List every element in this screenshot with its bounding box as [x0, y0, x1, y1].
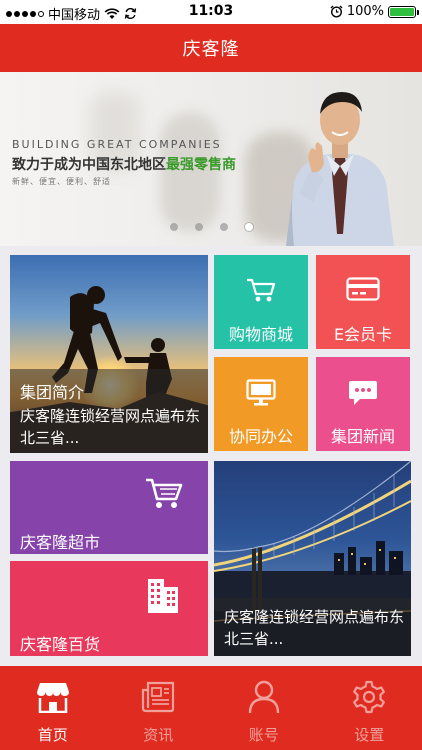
- banner-tagline-en: BUILDING GREAT COMPANIES: [12, 138, 222, 151]
- tab-account[interactable]: 账号: [211, 666, 317, 750]
- tile-caption: 庆客隆连锁经营网点遍布东北三省...: [214, 598, 411, 656]
- page-title: 庆客隆: [182, 39, 240, 60]
- tile-label: 购物商城: [228, 325, 293, 344]
- tile-supermarket[interactable]: 庆客隆超市: [10, 461, 208, 554]
- tab-home[interactable]: 首页: [0, 666, 106, 750]
- cart-icon: [146, 478, 183, 508]
- status-bar: 中国移动 11:03 100%: [0, 0, 422, 24]
- building-icon: [148, 579, 178, 613]
- tile-collaborative-office[interactable]: 协同办公: [214, 357, 308, 451]
- bottom-tab-bar: 首页 资讯 账号 设置: [0, 666, 422, 750]
- carousel-dot[interactable]: [219, 223, 228, 231]
- tab-label: 首页: [37, 726, 68, 744]
- banner-tagline-prefix: 致力于成为中国东北地区: [12, 157, 166, 173]
- tab-label: 资讯: [143, 726, 174, 744]
- banner-tagline-highlight: 最强零售商: [166, 157, 236, 173]
- tile-label: 庆客隆百货: [20, 635, 101, 654]
- battery-percentage: 100%: [346, 4, 384, 19]
- battery-icon: [388, 5, 419, 18]
- chat-icon: [349, 381, 377, 405]
- tile-title: 集团简介: [20, 383, 85, 402]
- banner-carousel[interactable]: BUILDING GREAT COMPANIES 致力于成为中国东北地区最强零售…: [0, 72, 422, 246]
- businessman-image: [286, 92, 394, 246]
- tile-group-intro[interactable]: 集团简介 庆客隆连锁经营网点遍布东北三省...: [10, 255, 208, 453]
- tab-settings[interactable]: 设置: [317, 666, 422, 750]
- tile-label: E会员卡: [333, 325, 393, 344]
- tile-description: 庆客隆连锁经营网点遍布东北三省...: [224, 608, 405, 648]
- monitor-icon: [246, 379, 276, 406]
- tile-description: 庆客隆连锁经营网点遍布东北三省...: [20, 407, 201, 447]
- tile-group-news[interactable]: 集团新闻: [316, 357, 410, 451]
- tab-label: 设置: [354, 726, 385, 744]
- card-icon: [346, 277, 380, 301]
- store-icon: [36, 683, 69, 713]
- carousel-dot[interactable]: [169, 223, 178, 231]
- tab-news[interactable]: 资讯: [106, 666, 212, 750]
- tile-label: 集团新闻: [330, 427, 395, 446]
- battery-level: [390, 7, 414, 16]
- tile-shopping-mall[interactable]: 购物商城: [214, 255, 308, 349]
- banner-tagline-cn: 致力于成为中国东北地区最强零售商: [12, 154, 236, 174]
- alarm-icon: [330, 5, 343, 18]
- gear-icon: [353, 680, 386, 714]
- carousel-pager[interactable]: [0, 223, 422, 231]
- banner-subtitle: 新鲜、便宜、便利、舒适: [12, 177, 111, 186]
- tile-label: 协同办公: [228, 427, 293, 446]
- cart-icon: [247, 278, 276, 302]
- status-right: 100%: [330, 4, 419, 19]
- tile-department-store[interactable]: 庆客隆百货: [10, 561, 208, 656]
- tile-label: 庆客隆超市: [20, 533, 101, 552]
- app-header: 庆客隆: [0, 24, 422, 72]
- tile-member-card[interactable]: E会员卡: [316, 255, 410, 349]
- newspaper-icon: [142, 681, 175, 713]
- tab-label: 账号: [248, 726, 279, 744]
- carousel-dot[interactable]: [194, 223, 203, 231]
- tile-bridge-news[interactable]: 庆客隆连锁经营网点遍布东北三省...: [214, 461, 411, 656]
- person-icon: [248, 680, 279, 714]
- carousel-dot[interactable]: [244, 223, 253, 231]
- tile-caption: 集团简介 庆客隆连锁经营网点遍布东北三省...: [10, 369, 208, 453]
